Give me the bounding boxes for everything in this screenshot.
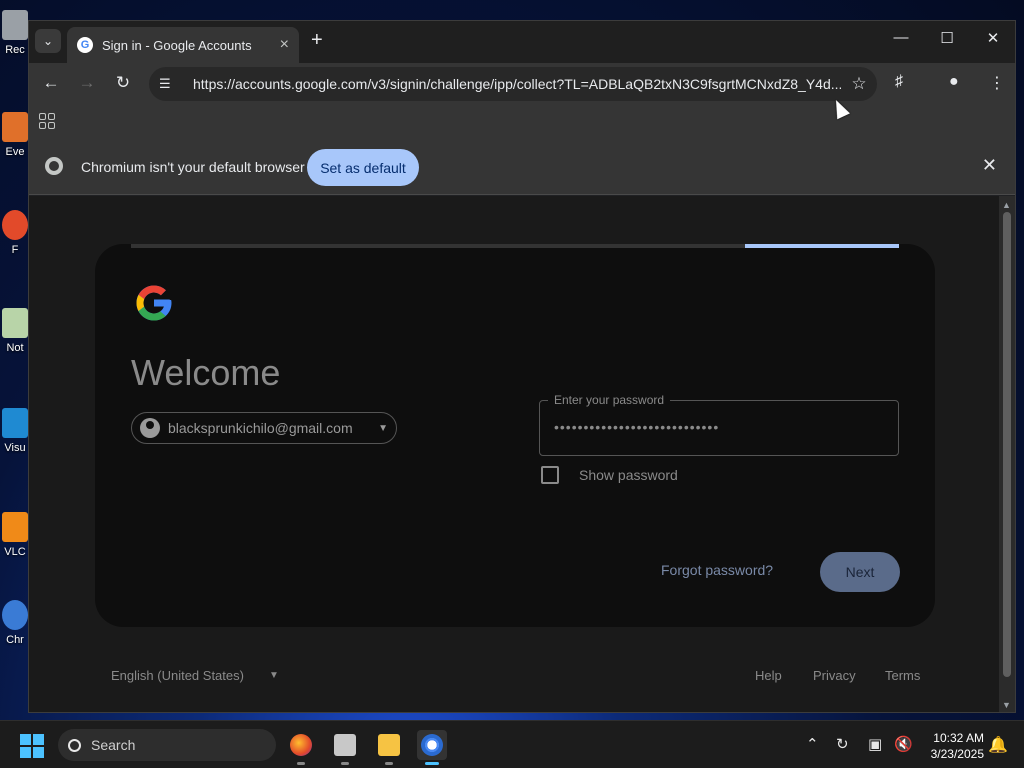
scrollbar-thumb[interactable] bbox=[1003, 212, 1011, 677]
taskbar-chromium[interactable] bbox=[417, 730, 447, 765]
desktop-icon-everything[interactable]: Eve bbox=[0, 112, 30, 158]
tab-search-button[interactable]: ⌄ bbox=[35, 29, 61, 53]
vlc-icon bbox=[2, 512, 28, 542]
infobar-close-icon[interactable]: ✕ bbox=[982, 155, 997, 176]
scroll-down-icon[interactable]: ▼ bbox=[1002, 700, 1011, 710]
windows-start-icon[interactable] bbox=[20, 734, 44, 758]
firefox-icon bbox=[290, 734, 312, 756]
clock-date: 3/23/2025 bbox=[930, 747, 984, 761]
taskbar-installer[interactable] bbox=[330, 730, 360, 765]
apps-grid-icon[interactable] bbox=[39, 113, 55, 129]
extensions-icon[interactable]: ♯ bbox=[895, 73, 903, 91]
folder-icon bbox=[378, 734, 400, 756]
reload-icon[interactable]: ↻ bbox=[111, 73, 135, 93]
account-circle-icon bbox=[140, 418, 160, 438]
desktop-icon-vlc[interactable]: VLC bbox=[0, 512, 30, 558]
page-title: Welcome bbox=[131, 352, 281, 393]
minimize-icon[interactable]: — bbox=[886, 29, 916, 46]
close-window-icon[interactable]: ✕ bbox=[978, 29, 1008, 47]
show-password-toggle[interactable]: Show password bbox=[541, 466, 678, 484]
desktop-icon-vscode[interactable]: Visu bbox=[0, 408, 30, 454]
network-icon[interactable]: ▣ bbox=[868, 735, 882, 753]
new-tab-icon[interactable]: + bbox=[311, 29, 323, 52]
forgot-password-link[interactable]: Forgot password? bbox=[661, 562, 773, 578]
maximize-icon[interactable]: ☐ bbox=[932, 29, 962, 47]
clock-time: 10:32 AM bbox=[933, 731, 984, 745]
taskbar: Search ⌃ ↻ ▣ 🔇 10:32 AM 3/23/2025 🔔 bbox=[0, 720, 1024, 768]
profile-icon[interactable]: ● bbox=[949, 73, 959, 91]
show-password-label[interactable]: Show password bbox=[579, 467, 678, 483]
bookmarks-bar bbox=[29, 105, 1015, 137]
desktop-icon-firefox[interactable]: F bbox=[0, 210, 30, 256]
forward-icon[interactable]: → bbox=[75, 73, 99, 93]
default-browser-infobar: Chromium isn't your default browser Set … bbox=[29, 137, 1015, 195]
search-label: Search bbox=[91, 737, 136, 753]
tab-close-icon[interactable]: × bbox=[280, 36, 289, 54]
google-logo-icon bbox=[136, 285, 172, 321]
package-icon bbox=[334, 734, 356, 756]
taskbar-file-explorer[interactable] bbox=[374, 730, 404, 765]
taskbar-firefox[interactable] bbox=[286, 730, 316, 765]
firefox-icon bbox=[2, 210, 28, 240]
system-clock[interactable]: 10:32 AM 3/23/2025 bbox=[918, 730, 984, 762]
everything-icon bbox=[2, 112, 28, 142]
tab-sign-in[interactable]: G Sign in - Google Accounts × bbox=[67, 27, 299, 63]
desktop-icon-recycle-bin[interactable]: Rec bbox=[0, 10, 30, 56]
back-icon[interactable]: ← bbox=[39, 73, 63, 93]
chevron-up-icon[interactable]: ⌃ bbox=[806, 735, 819, 753]
chrome-icon bbox=[2, 600, 28, 630]
bookmark-star-icon[interactable]: ☆ bbox=[841, 74, 877, 94]
help-link[interactable]: Help bbox=[755, 668, 782, 683]
set-as-default-button[interactable]: Set as default bbox=[307, 149, 419, 186]
caret-down-icon[interactable]: ▼ bbox=[269, 670, 279, 681]
account-email: blacksprunkichilo@gmail.com bbox=[168, 420, 353, 436]
scroll-up-icon[interactable]: ▲ bbox=[1002, 200, 1011, 210]
terms-link[interactable]: Terms bbox=[885, 668, 920, 683]
page-scrollbar[interactable]: ▲ ▼ bbox=[999, 196, 1015, 712]
url-text[interactable]: https://accounts.google.com/v3/signin/ch… bbox=[185, 76, 841, 92]
tab-title: Sign in - Google Accounts bbox=[102, 37, 252, 53]
chromium-icon bbox=[421, 734, 443, 756]
browser-toolbar: ← → ↻ ☰ https://accounts.google.com/v3/s… bbox=[29, 63, 1015, 105]
caret-down-icon: ▼ bbox=[378, 422, 388, 434]
google-g-icon: G bbox=[77, 37, 93, 53]
menu-kebab-icon[interactable]: ⋮ bbox=[989, 73, 1005, 93]
page-content: Welcome blacksprunkichilo@gmail.com ▼ En… bbox=[29, 196, 999, 712]
password-value[interactable]: •••••••••••••••••••••••••••• bbox=[554, 419, 719, 435]
password-label: Enter your password bbox=[548, 393, 671, 407]
show-password-checkbox[interactable] bbox=[541, 466, 559, 484]
signin-card: Welcome blacksprunkichilo@gmail.com ▼ En… bbox=[95, 244, 935, 627]
site-info-icon[interactable]: ☰ bbox=[159, 76, 185, 92]
password-field[interactable]: Enter your password ••••••••••••••••••••… bbox=[539, 393, 899, 456]
privacy-link[interactable]: Privacy bbox=[813, 668, 856, 683]
vscode-icon bbox=[2, 408, 28, 438]
chevron-down-icon: ⌄ bbox=[42, 34, 54, 48]
progress-bar bbox=[131, 244, 899, 248]
progress-fill bbox=[745, 244, 899, 248]
desktop-icon-chrome[interactable]: Chr bbox=[0, 600, 30, 646]
search-icon bbox=[68, 738, 81, 752]
desktop-icon-notepad[interactable]: Not bbox=[0, 308, 30, 354]
sync-icon[interactable]: ↻ bbox=[836, 735, 849, 753]
volume-muted-icon[interactable]: 🔇 bbox=[894, 735, 913, 753]
recycle-bin-icon bbox=[2, 10, 28, 40]
title-bar: ⌄ G Sign in - Google Accounts × + — ☐ ✕ bbox=[29, 21, 1015, 63]
account-chip[interactable]: blacksprunkichilo@gmail.com ▼ bbox=[131, 412, 397, 444]
language-select[interactable]: English (United States) bbox=[111, 668, 244, 683]
browser-window: ⌄ G Sign in - Google Accounts × + — ☐ ✕ … bbox=[28, 20, 1016, 713]
notepad-icon bbox=[2, 308, 28, 338]
taskbar-search[interactable]: Search bbox=[58, 729, 276, 761]
notification-bell-icon[interactable]: 🔔 bbox=[988, 735, 1008, 755]
address-bar[interactable]: ☰ https://accounts.google.com/v3/signin/… bbox=[149, 67, 877, 101]
infobar-message: Chromium isn't your default browser bbox=[81, 159, 305, 175]
next-button[interactable]: Next bbox=[820, 552, 900, 592]
chromium-icon bbox=[45, 157, 63, 175]
